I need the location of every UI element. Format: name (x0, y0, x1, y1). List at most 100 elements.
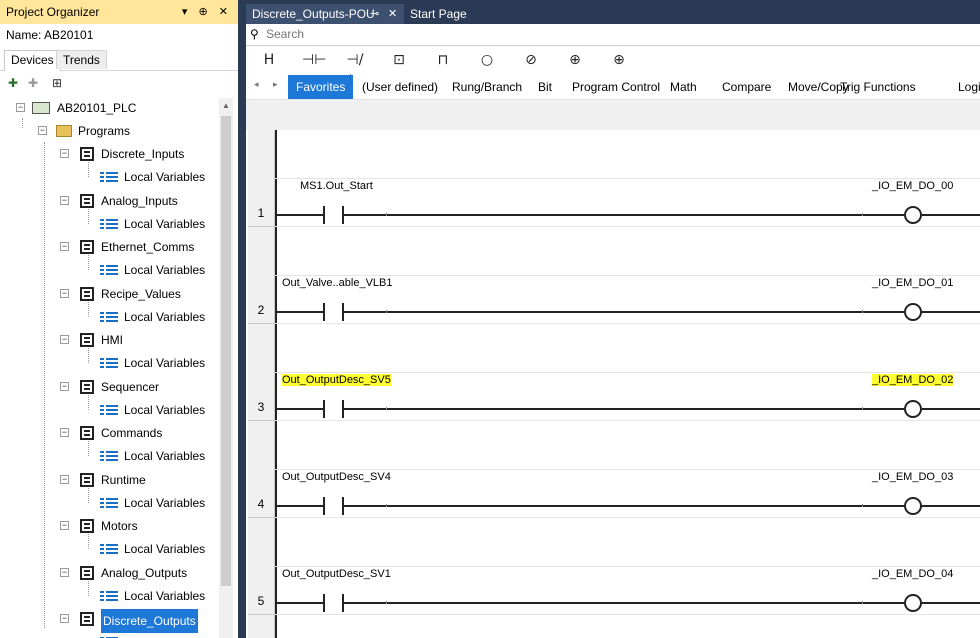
contact-left-bar[interactable] (323, 206, 325, 224)
tree-item-label: Recipe_Values (101, 286, 181, 301)
coil-negated-icon[interactable]: ⊘ (520, 50, 542, 70)
coil-tag-label[interactable]: _IO_EM_DO_03 (872, 471, 953, 483)
organizer-window-controls[interactable]: ▾ ⊕ ✕ (182, 0, 232, 24)
tab-devices[interactable]: Devices (4, 50, 61, 71)
tree-item-label: Commands (101, 426, 163, 440)
category-tab[interactable]: Favorites (288, 75, 354, 99)
branch-end-icon[interactable]: ⊓ (432, 50, 454, 70)
coil-tag-label[interactable]: _IO_EM_DO_01 (872, 277, 953, 289)
add-item-icon[interactable]: ✚ (8, 76, 22, 90)
output-coil[interactable] (904, 594, 922, 612)
output-coil[interactable] (904, 400, 922, 418)
search-input[interactable] (266, 26, 966, 42)
tree-item-label: Programs (78, 124, 131, 138)
tree-item-label: Ethernet_Comms (101, 240, 195, 254)
tab-discrete-outputs-pou[interactable]: Discrete_Outputs-POU ⊸ ✕ (246, 4, 404, 24)
variables-list-icon (100, 544, 118, 555)
rung-number: 1 (257, 206, 265, 220)
pin-icon[interactable]: ⊸ (370, 4, 379, 24)
contact-tag-label[interactable]: Out_OutputDesc_SV5 (282, 374, 391, 386)
contact-nc-icon[interactable]: ⊣/⊢ (344, 50, 366, 88)
contact-tag-label[interactable]: MS1.Out_Start (300, 180, 373, 192)
rung-wire (275, 408, 323, 410)
collapse-icon[interactable]: − (60, 614, 69, 623)
contact-left-bar[interactable] (323, 497, 325, 515)
collapse-icon[interactable]: − (60, 149, 69, 158)
tree-item-label: Discrete_Outputs (101, 609, 198, 633)
collapse-icon[interactable]: − (60, 521, 69, 530)
contact-left-bar[interactable] (323, 594, 325, 612)
ladder-diagram[interactable]: 1 MS1.Out_Start _IO_EM_DO_00 2 Out_Valve..ab… (246, 130, 980, 638)
panel-splitter[interactable] (238, 0, 246, 638)
contact-tag-label[interactable]: Out_OutputDesc_SV1 (282, 568, 391, 580)
rung-symbol-icon[interactable]: H (258, 50, 280, 70)
rung-wire (275, 505, 323, 507)
tree-item-label: Local Variables (124, 588, 206, 603)
programs-folder-icon (56, 125, 72, 137)
tree-item-label: Sequencer (101, 379, 160, 394)
category-tab[interactable]: (User defined) (354, 75, 446, 99)
rung-wire (344, 505, 904, 507)
category-tab[interactable]: Program Control (564, 75, 668, 99)
rung-wire (922, 214, 980, 216)
scrollbar-thumb[interactable] (221, 116, 231, 586)
coil-tag-label[interactable]: _IO_EM_DO_00 (872, 180, 953, 192)
coil-tag-label[interactable]: _IO_EM_DO_04 (872, 568, 953, 580)
category-tab[interactable]: Trig Functions (832, 75, 924, 99)
branch-icon[interactable]: ⊡ (388, 50, 410, 70)
contact-left-bar[interactable] (323, 400, 325, 418)
variables-list-icon (100, 218, 118, 230)
close-tab-icon[interactable]: ✕ (388, 4, 397, 24)
program-icon (80, 286, 94, 301)
category-tab[interactable]: Logic (950, 75, 980, 99)
variables-list-icon (100, 172, 118, 183)
coil-reset-icon[interactable]: ⊕ (608, 50, 630, 70)
rung-wire (275, 214, 323, 216)
tree-view-icon[interactable]: ⊞ (52, 76, 66, 90)
collapse-icon[interactable]: − (60, 242, 69, 251)
category-scroll-icon[interactable]: ◂ ▸ (254, 79, 284, 90)
category-tab[interactable]: Bit (530, 75, 560, 99)
program-icon (80, 426, 94, 440)
tree-item-label: Local Variables (124, 356, 206, 370)
coil-tag-label[interactable]: _IO_EM_DO_02 (872, 374, 954, 386)
organizer-scrollbar[interactable]: ▲ (219, 98, 233, 638)
instruction-search: ⚲ (246, 25, 980, 46)
tree-item-label: HMI (101, 333, 123, 347)
collapse-icon[interactable]: − (60, 567, 69, 577)
tab-trends[interactable]: Trends (56, 50, 107, 69)
output-coil[interactable] (904, 497, 922, 515)
collapse-icon[interactable]: − (60, 288, 69, 298)
ladder-editor-document: Discrete_Outputs-POU ⊸ ✕ Start Page ⚲ H … (246, 0, 980, 638)
add-disabled-icon[interactable]: ✚ (28, 76, 42, 90)
category-tab[interactable]: Math (662, 75, 705, 99)
collapse-icon[interactable]: − (60, 381, 69, 391)
collapse-icon[interactable]: − (60, 474, 69, 484)
contact-tag-label[interactable]: Out_Valve..able_VLB1 (282, 277, 392, 289)
collapse-icon[interactable]: − (38, 126, 47, 135)
collapse-icon[interactable]: − (16, 103, 25, 112)
category-tab[interactable]: Rung/Branch (444, 75, 530, 99)
instruction-category-bar: ◂ ▸ Favorites (User defined) Rung/Branch Bi… (246, 75, 980, 100)
tree-item-label: Local Variables (124, 309, 206, 324)
collapse-icon[interactable]: − (60, 428, 69, 437)
project-organizer-panel: Project Organizer ▾ ⊕ ✕ Name: AB20101 De… (0, 0, 238, 638)
coil-set-icon[interactable]: ⊕ (564, 50, 586, 70)
contact-left-bar[interactable] (323, 303, 325, 321)
collapse-icon[interactable]: − (60, 335, 69, 344)
variables-list-icon (100, 590, 118, 602)
scroll-up-icon[interactable]: ▲ (222, 101, 230, 110)
project-name-label: Name: (6, 28, 42, 42)
coil-icon[interactable]: ○ (476, 50, 498, 70)
output-coil[interactable] (904, 303, 922, 321)
tab-start-page[interactable]: Start Page (404, 4, 473, 24)
contact-no-icon[interactable]: ⊣⊢ (302, 50, 326, 70)
rung-wire (344, 408, 904, 410)
collapse-icon[interactable]: − (60, 195, 69, 205)
variables-list-icon (100, 451, 118, 462)
tree-item-label: Analog_Outputs (101, 565, 188, 580)
tree-item-label: Local Variables (124, 402, 206, 417)
output-coil[interactable] (904, 206, 922, 224)
contact-tag-label[interactable]: Out_OutputDesc_SV4 (282, 471, 391, 483)
category-tab[interactable]: Compare (714, 75, 779, 99)
